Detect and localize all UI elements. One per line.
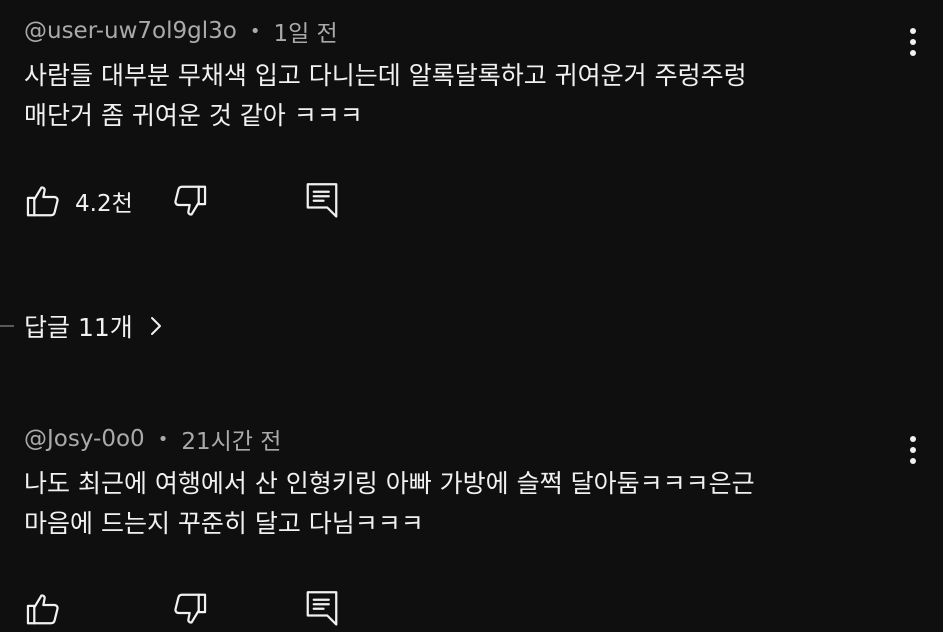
like-button[interactable] [24,588,62,630]
comment-text-line: 마음에 드는지 꾸준히 달고 다님ㅋㅋㅋ [24,509,424,538]
more-vert-icon [910,28,916,34]
dislike-button[interactable] [171,182,209,224]
reply-icon [306,183,338,218]
comment-actions [24,588,424,630]
comment-actions: 4.2천 [24,180,424,222]
comment-time[interactable]: 1일 전 [273,14,337,48]
comment-author[interactable]: @user-uw7ol9gl3o [24,18,237,44]
comment-text: 나도 최근에 여행에서 산 인형키링 아빠 가방에 슬쩍 달아둠ㅋㅋㅋ은근 마음… [24,464,864,544]
meta-separator: • [249,20,261,42]
more-options-button[interactable] [903,430,923,470]
comment-text-line: 나도 최근에 여행에서 산 인형키링 아빠 가방에 슬쩍 달아둠ㅋㅋㅋ은근 [24,469,755,498]
comment-text-line: 매단거 좀 귀여운 것 같아 ㅋㅋㅋ [24,101,363,130]
thumb-up-icon [26,186,59,217]
thumb-up-icon [26,594,59,625]
reply-button[interactable] [304,180,340,224]
thread-line [0,325,14,327]
replies-count: 답글 11개 [24,313,133,342]
chevron-right-icon [150,317,161,335]
comment-author[interactable]: @Josy-0o0 [24,426,145,452]
view-replies-button[interactable]: 답글 11개 [0,306,165,346]
dislike-button[interactable] [171,590,209,632]
more-vert-icon [910,436,916,442]
reply-icon [306,591,338,626]
like-count: 4.2천 [75,191,133,217]
comment-meta: @Josy-0o0 • 21시간 전 [24,422,281,456]
comment-text-line: 사람들 대부분 무채색 입고 다니는데 알록달록하고 귀여운거 주렁주렁 [24,61,747,90]
comment-time[interactable]: 21시간 전 [181,422,281,456]
comment-text: 사람들 대부분 무채색 입고 다니는데 알록달록하고 귀여운거 주렁주렁 매단거… [24,56,864,136]
thumb-down-icon [174,185,207,216]
more-options-button[interactable] [903,22,923,62]
meta-separator: • [157,428,169,450]
thumb-down-icon [174,593,207,624]
like-button[interactable]: 4.2천 [24,180,133,222]
reply-button[interactable] [304,588,340,632]
comment-meta: @user-uw7ol9gl3o • 1일 전 [24,14,338,48]
